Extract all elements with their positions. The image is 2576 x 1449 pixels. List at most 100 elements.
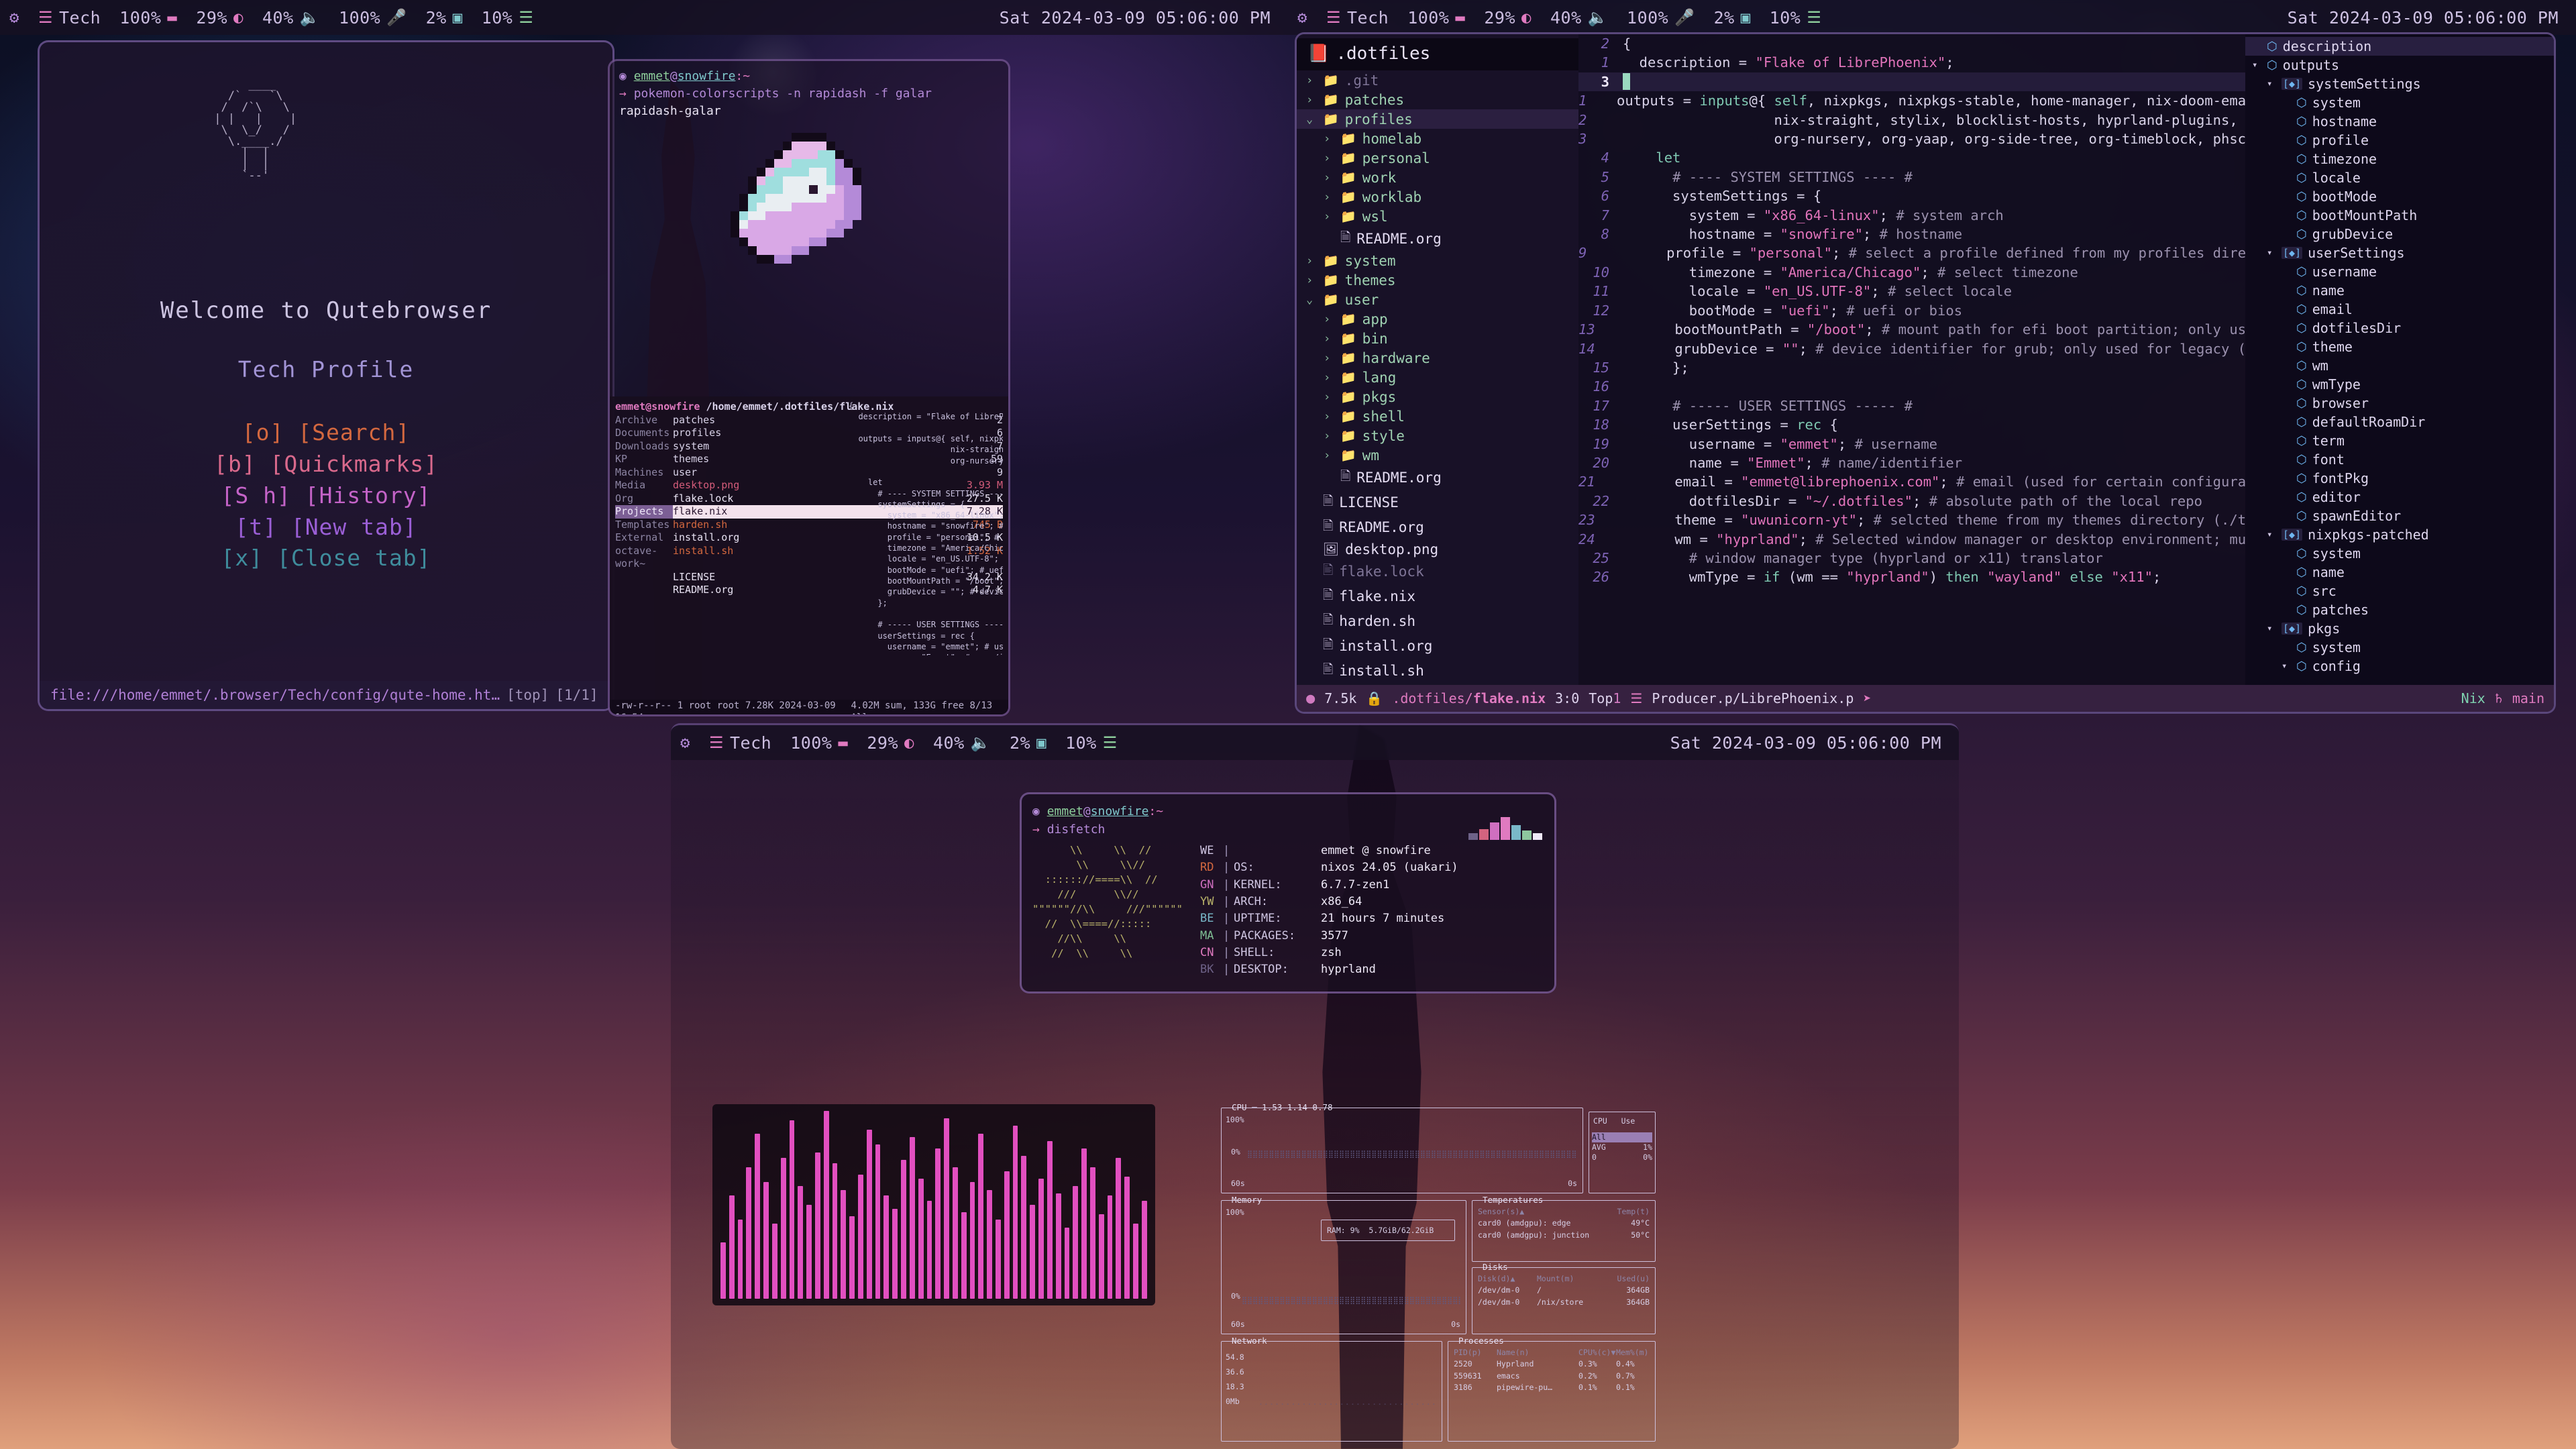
treemacs-node[interactable]: › 📁 work bbox=[1297, 168, 1578, 187]
code-line[interactable]: 26 wmType = if (wm == "hyprland") then "… bbox=[1578, 568, 2245, 586]
ranger-bookmark[interactable]: octave-work~ bbox=[615, 545, 673, 571]
triangle-icon[interactable]: ▾ bbox=[2267, 78, 2276, 89]
treemacs-node[interactable]: 🗎 install.org bbox=[1297, 633, 1578, 658]
code-line[interactable]: 2{ bbox=[1578, 34, 2245, 53]
ranger-bookmark[interactable] bbox=[615, 584, 673, 597]
code-line[interactable]: 10 timezone = "America/Chicago"; # selec… bbox=[1578, 263, 2245, 282]
treemacs-node[interactable]: 🖹 flake.lock bbox=[1297, 559, 1578, 584]
chevron-icon[interactable]: › bbox=[1306, 93, 1317, 107]
disk-col-disk[interactable]: Disk(d)▲ bbox=[1478, 1273, 1537, 1285]
contrast-icon[interactable]: ◐ bbox=[904, 735, 914, 751]
treemacs-node[interactable]: › 📁 hardware bbox=[1297, 348, 1578, 368]
temp-col-temp[interactable]: Temp(t) bbox=[1617, 1206, 1650, 1218]
ranger-bookmark[interactable]: Downloads bbox=[615, 440, 673, 453]
ranger-bookmark[interactable]: Archive bbox=[615, 414, 673, 427]
ranger-bookmark[interactable]: KP bbox=[615, 453, 673, 466]
treemacs-node[interactable]: › 📁 system bbox=[1297, 251, 1578, 270]
terminal-window-ranger[interactable]: ◉ emmet@snowfire:~ → pokemon-colorscript… bbox=[608, 59, 1010, 716]
status-bar-bottom[interactable]: ⚙ ☰ Tech 100% ▬ 29% ◐ 40% 🔈 2% ▣ 10% ☰ S… bbox=[671, 725, 1959, 760]
treemacs-node[interactable]: › 📁 wm bbox=[1297, 445, 1578, 465]
treemacs-node[interactable]: ⌄ 📁 profiles bbox=[1297, 109, 1578, 129]
outline-node[interactable]: ⬡ profile bbox=[2245, 131, 2554, 150]
ranger-bookmark[interactable]: Projects bbox=[615, 505, 673, 519]
btop-cpu-use-panel[interactable]: CPU Use All AVG 1% 0 0% bbox=[1589, 1112, 1656, 1193]
outline-node[interactable]: ▾ [◆] pkgs bbox=[2245, 619, 2554, 638]
contrast-icon[interactable]: ◐ bbox=[1521, 9, 1532, 25]
layers-icon[interactable]: ☰ bbox=[38, 9, 53, 25]
code-line[interactable]: 21 email = "emmet@librephoenix.com"; # e… bbox=[1578, 472, 2245, 491]
outline-node[interactable]: ⬡ grubDevice bbox=[2245, 225, 2554, 244]
treemacs-node[interactable]: › 📁 themes bbox=[1297, 270, 1578, 290]
treemacs-node[interactable]: 🖼 desktop.png bbox=[1297, 539, 1578, 559]
ranger-bookmark[interactable] bbox=[615, 571, 673, 584]
outline-node[interactable]: ⬡ theme bbox=[2245, 337, 2554, 356]
code-line[interactable]: 4 let bbox=[1578, 148, 2245, 167]
ranger-bookmark[interactable]: Documents bbox=[615, 427, 673, 440]
temp-col-sensor[interactable]: Sensor(s)▲ bbox=[1478, 1206, 1617, 1218]
menu-icon[interactable]: ☰ bbox=[1103, 735, 1118, 751]
treemacs-node[interactable]: › 📁 shell bbox=[1297, 407, 1578, 426]
triangle-icon[interactable]: ▾ bbox=[2252, 60, 2261, 70]
process-row[interactable]: 3186 pipewire-pu… 0.1% 0.1% bbox=[1454, 1382, 1650, 1393]
ranger-bookmark[interactable]: External bbox=[615, 531, 673, 545]
process-row[interactable]: 2520 Hyprland 0.3% 0.4% bbox=[1454, 1358, 1650, 1370]
workspace-label[interactable]: Tech bbox=[730, 733, 771, 753]
chevron-icon[interactable]: › bbox=[1324, 429, 1334, 443]
outline-node[interactable]: ▾ [◆] systemSettings bbox=[2245, 74, 2554, 93]
treemacs-node[interactable]: 🗎 LICENSE bbox=[1297, 490, 1578, 515]
chevron-icon[interactable]: › bbox=[1324, 390, 1334, 404]
code-line[interactable]: 7 system = "x86_64-linux"; # system arch bbox=[1578, 206, 2245, 225]
code-line[interactable]: 17 # ----- USER SETTINGS ----- # bbox=[1578, 396, 2245, 415]
status-bar-primary[interactable]: ⚙ ☰ Tech 100% ▬ 29% ◐ 40% 🔈 100% 🎤 2% ▣ … bbox=[0, 0, 1288, 35]
chevron-icon[interactable]: › bbox=[1324, 410, 1334, 423]
menu-icon[interactable]: ☰ bbox=[519, 9, 533, 25]
shortcut-item[interactable]: [x] [Close tab] bbox=[40, 543, 612, 574]
code-line[interactable]: 12 bootMode = "uefi"; # uefi or bios bbox=[1578, 301, 2245, 320]
gear-icon[interactable]: ⚙ bbox=[680, 735, 690, 751]
outline-node[interactable]: ▾ [◆] nixpkgs-patched bbox=[2245, 525, 2554, 544]
emacs-treemacs-sidebar[interactable]: 📕 .dotfiles › 📁 .git › 📁 patches ⌄ 📁 profiles › 📁 h… bbox=[1297, 34, 1578, 685]
treemacs-node[interactable]: › 📁 wsl bbox=[1297, 207, 1578, 226]
code-line[interactable]: 1 outputs = inputs@{ self, nixpkgs, nixp… bbox=[1578, 91, 2245, 110]
treemacs-node[interactable]: › 📁 .git bbox=[1297, 70, 1578, 90]
treemacs-node[interactable]: 🗎 README.org bbox=[1297, 226, 1578, 251]
chevron-icon[interactable]: › bbox=[1306, 274, 1317, 287]
chevron-icon[interactable]: › bbox=[1324, 332, 1334, 345]
shortcut-item[interactable]: [S h] [History] bbox=[40, 480, 612, 512]
microphone-icon[interactable]: 🎤 bbox=[386, 9, 407, 25]
treemacs-node[interactable]: › 📁 style bbox=[1297, 426, 1578, 445]
chevron-icon[interactable]: › bbox=[1324, 352, 1334, 365]
outline-node[interactable]: ⬡ defaultRoamDir bbox=[2245, 413, 2554, 431]
code-line[interactable]: 3 org-nursery, org-yaap, org-side-tree, … bbox=[1578, 129, 2245, 148]
treemacs-node[interactable]: › 📁 pkgs bbox=[1297, 387, 1578, 407]
code-line[interactable]: 19 username = "emmet"; # username bbox=[1578, 435, 2245, 453]
treemacs-node[interactable]: › 📁 app bbox=[1297, 309, 1578, 329]
process-row[interactable]: 559631 emacs 0.2% 0.7% bbox=[1454, 1371, 1650, 1382]
outline-node[interactable]: ⬡ font bbox=[2245, 450, 2554, 469]
outline-node[interactable]: ⬡ locale bbox=[2245, 168, 2554, 187]
emacs-outline-sidebar[interactable]: ⬡ description ▾ ⬡ outputs ▾ [◆] systemSettings ⬡… bbox=[2245, 34, 2554, 685]
treemacs-node[interactable]: 🖹 install.sh bbox=[1297, 658, 1578, 683]
cpu-core-row[interactable]: AVG 1% bbox=[1592, 1142, 1652, 1152]
outline-node[interactable]: ⬡ spawnEditor bbox=[2245, 506, 2554, 525]
outline-node[interactable]: ⬡ bootMountPath bbox=[2245, 206, 2554, 225]
outline-node[interactable]: ⬡ system bbox=[2245, 638, 2554, 657]
chevron-icon[interactable]: › bbox=[1306, 254, 1317, 268]
code-line[interactable]: 13 bootMountPath = "/boot"; # mount path… bbox=[1578, 320, 2245, 339]
outline-node[interactable]: ⬡ src bbox=[2245, 582, 2554, 600]
outline-node[interactable]: ⬡ email bbox=[2245, 300, 2554, 319]
terminal-window-fetch[interactable]: ◉ emmet@snowfire:~ → disfetch \\ \\ // \… bbox=[1020, 792, 1556, 994]
contrast-icon[interactable]: ◐ bbox=[233, 9, 244, 25]
code-line[interactable]: 9 profile = "personal"; # select a profi… bbox=[1578, 244, 2245, 262]
outline-node[interactable]: ⬡ term bbox=[2245, 431, 2554, 450]
speaker-icon[interactable]: 🔈 bbox=[971, 735, 991, 751]
workspace-label[interactable]: Tech bbox=[1347, 8, 1389, 28]
code-line[interactable]: 1 description = "Flake of LibrePhoenix"; bbox=[1578, 53, 2245, 72]
chevron-icon[interactable]: › bbox=[1324, 449, 1334, 462]
treemacs-node[interactable]: 🗎 flake.nix bbox=[1297, 584, 1578, 608]
chevron-icon[interactable]: › bbox=[1324, 152, 1334, 165]
outline-node[interactable]: ⬡ editor bbox=[2245, 488, 2554, 506]
outline-node[interactable]: ⬡ patches bbox=[2245, 600, 2554, 619]
outline-node[interactable]: ▾ [◆] userSettings bbox=[2245, 244, 2554, 262]
outline-node[interactable]: ⬡ wmType bbox=[2245, 375, 2554, 394]
